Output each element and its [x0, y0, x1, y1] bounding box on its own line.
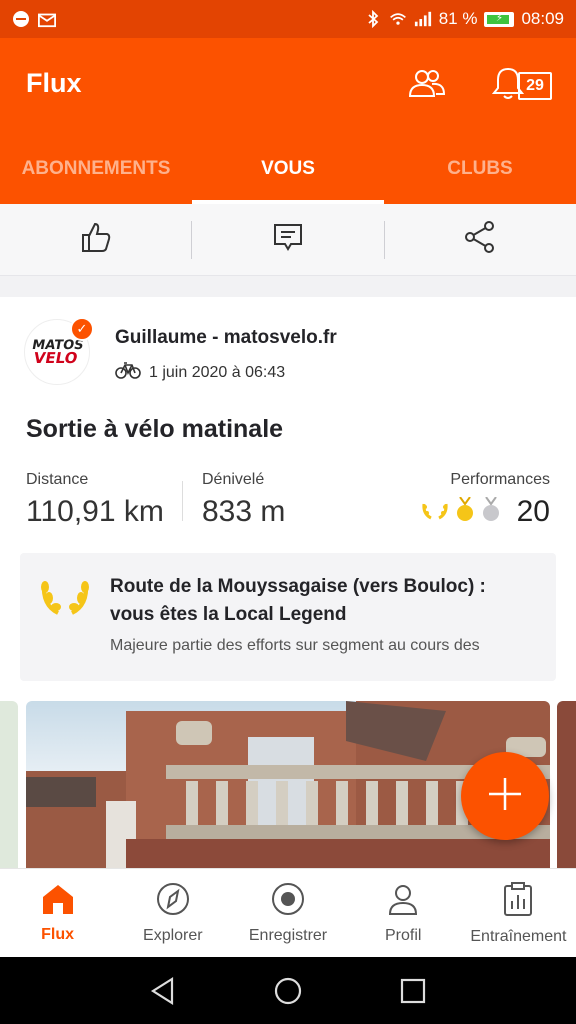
recents-icon[interactable] — [393, 971, 433, 1011]
bottom-navigation: Flux Explorer Enregistrer Profil Entraîn… — [0, 868, 576, 957]
bike-icon — [115, 361, 141, 384]
nav-enregistrer[interactable]: Enregistrer — [230, 869, 345, 957]
map-thumbnail[interactable] — [0, 701, 18, 877]
wifi-icon — [389, 10, 407, 28]
nav-label: Enregistrer — [248, 926, 328, 944]
nav-label: Entraînement — [470, 927, 567, 945]
nav-label: Flux — [41, 925, 75, 943]
activity-title[interactable]: Sortie à vélo matinale — [26, 415, 283, 444]
activity-meta: 1 juin 2020 à 06:43 — [115, 361, 285, 384]
mail-notification-icon — [38, 10, 56, 28]
home-icon — [41, 883, 75, 920]
clipboard-chart-icon — [501, 881, 535, 922]
app-header: Flux 29 ABONNEMENTS VOUS CLUBS — [0, 38, 576, 204]
distance-value: 110,91 km — [26, 495, 164, 528]
nav-label: Explorer — [143, 926, 203, 944]
add-activity-button[interactable] — [461, 752, 549, 840]
previous-activity-actions — [0, 204, 576, 276]
calendar-challenges-button[interactable]: 29 — [518, 71, 552, 100]
elevation-label: Dénivelé — [202, 471, 265, 488]
performances-value: 20 — [516, 495, 550, 528]
charging-bolt-icon: ⚡ — [495, 13, 503, 24]
status-bar: 81 % ⚡ 08:09 — [0, 0, 576, 38]
tab-abonnements[interactable]: ABONNEMENTS — [0, 146, 192, 204]
laurel-icon — [421, 498, 449, 527]
minus-circle-icon — [12, 10, 30, 28]
battery-icon: ⚡ — [484, 11, 515, 27]
record-icon — [271, 882, 305, 921]
elevation-value: 833 m — [202, 495, 286, 528]
local-legend-description: Majeure partie des efforts sur segment a… — [110, 637, 480, 654]
athlete-name[interactable]: Guillaume - matosvelo.fr — [115, 327, 337, 349]
battery-percentage: 81 % — [438, 9, 478, 28]
compass-icon — [156, 882, 190, 921]
stat-elevation: Dénivelé 833 m — [202, 471, 285, 529]
laurel-wreath-icon — [38, 573, 92, 624]
stat-performances: Performances 20 — [421, 471, 550, 529]
silver-medal-icon — [481, 495, 501, 528]
kudos-button[interactable] — [0, 204, 191, 275]
activity-date: 1 juin 2020 à 06:43 — [149, 363, 286, 381]
comment-icon — [272, 221, 304, 258]
profile-icon — [386, 882, 420, 921]
share-button[interactable] — [385, 204, 576, 275]
divider — [182, 481, 183, 521]
nav-label: Profil — [384, 926, 422, 944]
tab-vous[interactable]: VOUS — [192, 146, 384, 204]
nav-entrainement[interactable]: Entraînement — [461, 869, 576, 957]
local-legend-title: Route de la Mouyssagaise (vers Bouloc) :… — [110, 576, 486, 625]
system-navigation-bar — [0, 957, 576, 1024]
nav-explorer[interactable]: Explorer — [115, 869, 230, 957]
nav-flux[interactable]: Flux — [0, 869, 115, 957]
tab-clubs[interactable]: CLUBS — [384, 146, 576, 204]
bluetooth-icon — [364, 10, 382, 28]
back-icon[interactable] — [143, 971, 183, 1011]
stat-distance: Distance 110,91 km — [26, 471, 164, 529]
nav-profil[interactable]: Profil — [346, 869, 461, 957]
signal-icon — [414, 10, 432, 28]
thumbs-up-icon — [79, 220, 113, 259]
verified-badge-icon: ✓ — [70, 317, 94, 341]
home-circle-icon[interactable] — [268, 971, 308, 1011]
next-photo-thumbnail[interactable] — [557, 701, 576, 877]
share-icon — [463, 220, 497, 259]
comment-button[interactable] — [192, 204, 383, 275]
clock: 08:09 — [521, 9, 564, 28]
feed-tabs: ABONNEMENTS VOUS CLUBS — [0, 146, 576, 204]
plus-icon — [487, 776, 523, 817]
local-legend-banner[interactable]: Route de la Mouyssagaise (vers Bouloc) :… — [20, 553, 556, 681]
matosvelo-logo: MATOS VELO — [31, 338, 86, 367]
performances-label: Performances — [450, 471, 550, 488]
find-friends-icon[interactable] — [408, 68, 446, 103]
distance-label: Distance — [26, 471, 89, 488]
gold-medal-icon — [455, 495, 475, 528]
page-title: Flux — [26, 68, 82, 98]
